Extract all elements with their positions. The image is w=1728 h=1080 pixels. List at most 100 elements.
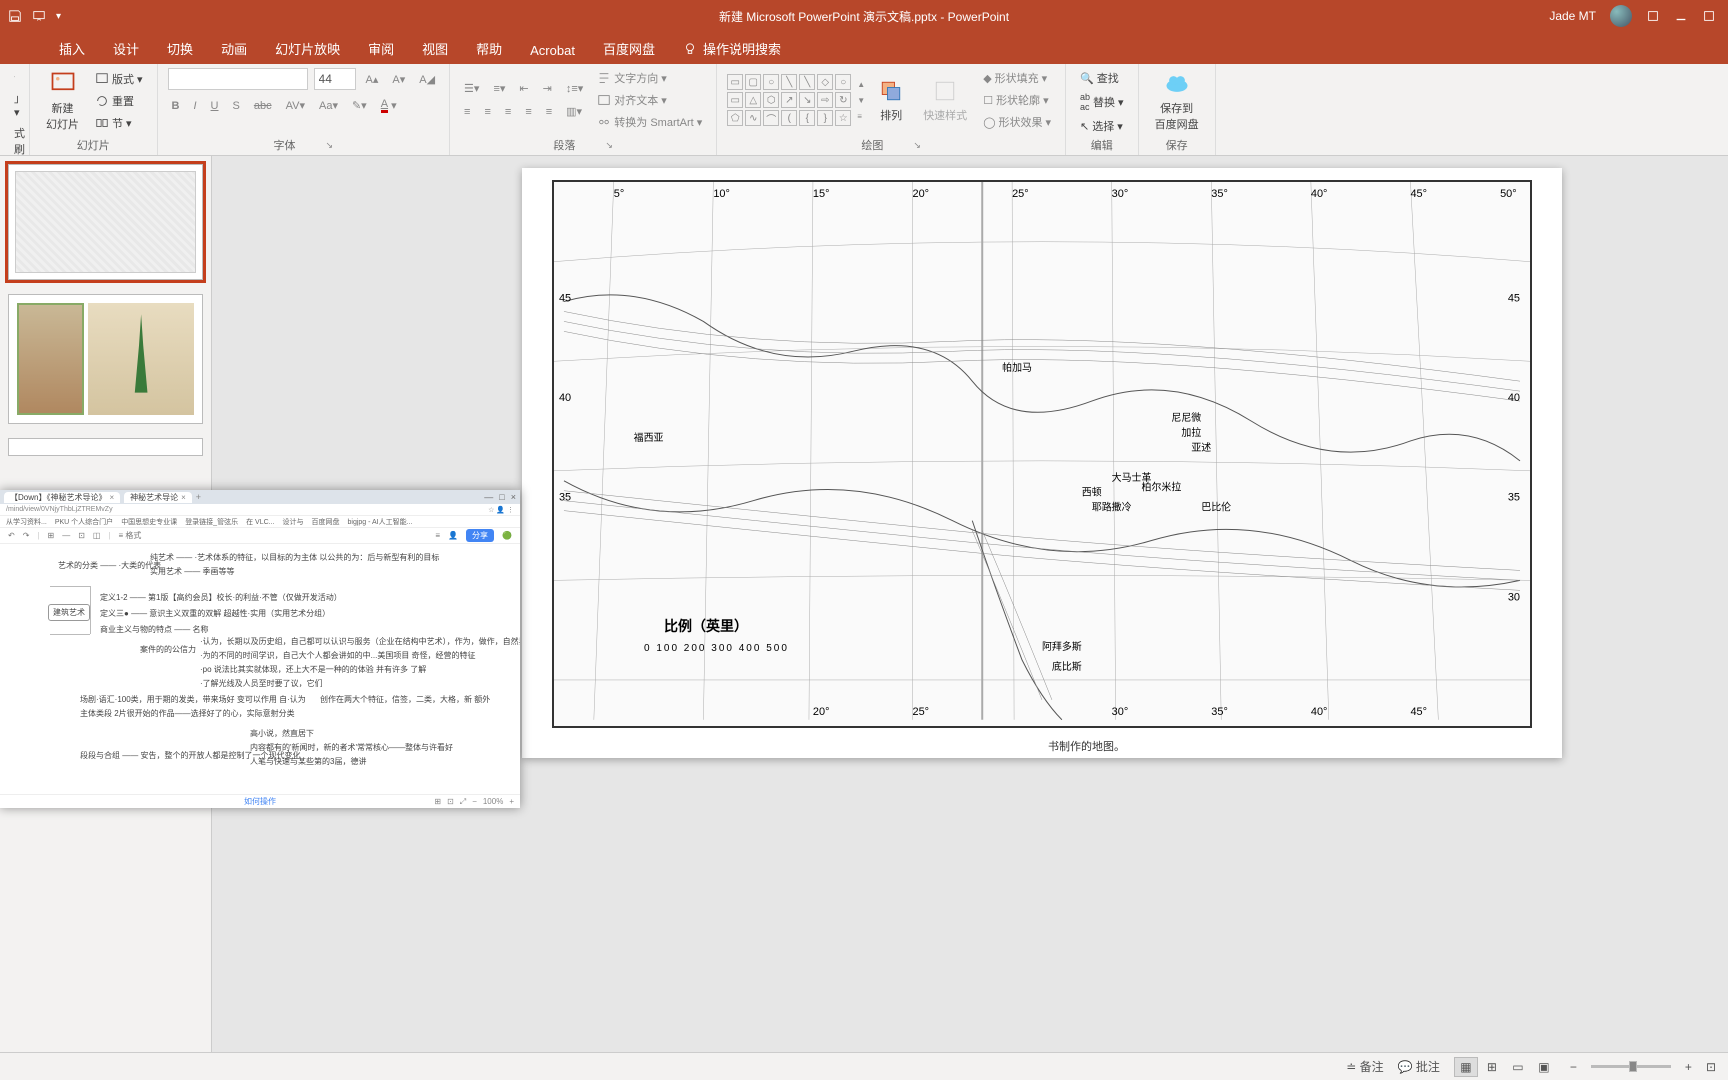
select-button[interactable]: ↖ 选择 ▾ xyxy=(1076,116,1128,136)
tab-animations[interactable]: 动画 xyxy=(207,33,261,64)
overlay-browser-window[interactable]: 【Down】《神秘艺术导论》 × 神秘艺术导论 × + — □ × /mind/… xyxy=(0,490,520,808)
tab-transitions[interactable]: 切换 xyxy=(153,33,207,64)
user-name[interactable]: Jade MT xyxy=(1549,9,1596,23)
distribute-icon[interactable]: ≡ xyxy=(542,104,556,120)
shape-fill-button[interactable]: ◆ 形状填充 ▾ xyxy=(979,68,1055,88)
notes-button[interactable]: ≐ 备注 xyxy=(1346,1058,1383,1075)
ribbon-display-icon[interactable] xyxy=(1646,9,1660,23)
zoom-out-icon[interactable]: − xyxy=(472,797,477,806)
smartart-button[interactable]: 转换为 SmartArt ▾ xyxy=(593,112,706,132)
text-direction-button[interactable]: 文字方向 ▾ xyxy=(593,68,706,88)
tool-icon[interactable]: — xyxy=(62,531,70,540)
overlay-tab-2[interactable]: 神秘艺术导论 × xyxy=(124,492,192,503)
columns-icon[interactable]: ▥▾ xyxy=(562,103,586,120)
bookmark-item[interactable]: 中国思想史专业课 xyxy=(121,517,177,527)
paste-button[interactable] xyxy=(10,68,19,86)
align-text-button[interactable]: 对齐文本 ▾ xyxy=(593,90,706,110)
close-icon[interactable]: × xyxy=(181,493,186,502)
line-spacing-icon[interactable]: ↕≡▾ xyxy=(562,80,587,97)
outdent-icon[interactable]: ⇤ xyxy=(515,80,532,97)
tab-design[interactable]: 设计 xyxy=(99,33,153,64)
bookmark-item[interactable]: 设计与 xyxy=(283,517,304,527)
save-icon[interactable] xyxy=(8,9,22,23)
tab-slideshow[interactable]: 幻灯片放映 xyxy=(261,33,354,64)
replace-button[interactable]: abac 替换 ▾ xyxy=(1076,90,1128,114)
tell-me-search[interactable]: 操作说明搜索 xyxy=(669,33,795,64)
bookmark-item[interactable]: PKU 个人综合门户 xyxy=(55,517,113,527)
normal-view-icon[interactable]: ▦ xyxy=(1454,1057,1478,1077)
menu-icon[interactable]: ≡ xyxy=(435,531,440,540)
zoom-slider[interactable] xyxy=(1591,1065,1671,1068)
mindmap-canvas[interactable]: 艺术的分类 —— ·大类的代表 纯艺术 —— ·艺术体系的特征，以目标的为主体 … xyxy=(0,544,520,794)
redo-icon[interactable]: ↷ xyxy=(23,531,30,540)
clear-format-icon[interactable]: A◢ xyxy=(415,71,439,88)
shape-effects-button[interactable]: ◯ 形状效果 ▾ xyxy=(979,112,1055,132)
bookmark-item[interactable]: 从学习资料... xyxy=(6,517,47,527)
align-center-icon[interactable]: ≡ xyxy=(480,104,494,120)
nav-icon[interactable]: ⊞ xyxy=(434,797,441,806)
drawing-dialog-launcher[interactable]: ↘ xyxy=(913,140,921,151)
zoom-out-icon[interactable]: − xyxy=(1570,1060,1577,1074)
new-slide-button[interactable]: 新建 幻灯片 xyxy=(40,68,85,134)
shadow-icon[interactable]: S xyxy=(229,98,244,114)
minimize-icon[interactable] xyxy=(1674,9,1688,23)
format-painter[interactable]: 式刷 xyxy=(10,123,19,159)
slide-thumbnail-2[interactable] xyxy=(8,294,203,424)
section-button[interactable]: 节 ▾ xyxy=(91,113,147,133)
comments-button[interactable]: 💬 批注 xyxy=(1398,1058,1440,1075)
overlay-maximize-icon[interactable]: □ xyxy=(499,492,504,502)
change-case-icon[interactable]: Aa▾ xyxy=(315,97,342,114)
help-button[interactable]: 如何操作 xyxy=(244,796,276,807)
tab-baidu[interactable]: 百度网盘 xyxy=(589,33,669,64)
tab-review[interactable]: 审阅 xyxy=(354,33,408,64)
close-icon[interactable]: × xyxy=(109,493,114,502)
nav-icon[interactable]: ⊡ xyxy=(447,797,454,806)
reading-view-icon[interactable]: ▭ xyxy=(1506,1057,1530,1077)
zoom-in-icon[interactable]: + xyxy=(1685,1060,1692,1074)
tab-acrobat[interactable]: Acrobat xyxy=(516,37,589,64)
slide-1[interactable]: 5° 10° 15° 20° 25° 30° 35° 40° 45° 50° 2… xyxy=(522,168,1562,758)
quick-styles-button[interactable]: 快速样式 xyxy=(917,75,973,125)
paragraph-dialog-launcher[interactable]: ↘ xyxy=(605,140,613,151)
overlay-address-bar[interactable]: /mind/view/0VNjyThbLjZTREMvZy ☆ 👤 ⋮ xyxy=(0,504,520,516)
fit-icon[interactable]: ⤢ xyxy=(460,797,466,807)
user-icon[interactable]: 👤 xyxy=(448,531,458,540)
spacing-icon[interactable]: AV▾ xyxy=(282,97,309,114)
avatar[interactable] xyxy=(1610,5,1632,27)
font-color-icon[interactable]: A▾ xyxy=(377,96,401,115)
find-button[interactable]: 🔍 查找 xyxy=(1076,68,1128,88)
share-button[interactable]: 分享 xyxy=(466,529,494,542)
indent-icon[interactable]: ⇥ xyxy=(539,80,556,97)
undo-icon[interactable]: ↶ xyxy=(8,531,15,540)
bullets-icon[interactable]: ☰▾ xyxy=(460,80,483,97)
bookmark-item[interactable]: 百度网盘 xyxy=(312,517,340,527)
shape-outline-button[interactable]: ☐ 形状轮廓 ▾ xyxy=(979,90,1055,110)
tool-icon[interactable]: ⊞ xyxy=(47,531,54,540)
shape-gallery[interactable]: ▭▢○╲╲◇○ ▭△⬡↗↘⇨↻ ⬠∿⌒({}☆ xyxy=(727,74,851,126)
align-left-icon[interactable]: ≡ xyxy=(460,104,474,120)
qa-dropdown-icon[interactable]: ▾ xyxy=(56,11,61,22)
bookmark-item[interactable]: 登录链接_管弦乐 xyxy=(185,517,238,527)
font-name-combo[interactable] xyxy=(168,68,308,90)
sorter-view-icon[interactable]: ⊞ xyxy=(1480,1057,1504,1077)
grow-font-icon[interactable]: A▴ xyxy=(362,71,383,88)
underline-icon[interactable]: U xyxy=(207,98,223,114)
overlay-minimize-icon[interactable]: — xyxy=(484,492,493,502)
bold-icon[interactable]: B xyxy=(168,98,184,114)
copy-button[interactable]: 」▾ xyxy=(10,88,19,121)
zoom-in-icon[interactable]: + xyxy=(509,797,514,806)
presenter-icon[interactable] xyxy=(32,9,46,23)
tab-insert[interactable]: 插入 xyxy=(45,33,99,64)
layout-button[interactable]: 版式 ▾ xyxy=(91,69,147,89)
highlight-icon[interactable]: ✎▾ xyxy=(348,97,371,114)
tab-help[interactable]: 帮助 xyxy=(462,33,516,64)
strike-icon[interactable]: abc xyxy=(250,98,276,114)
slide-thumbnail-3[interactable] xyxy=(8,438,203,456)
overlay-close-icon[interactable]: × xyxy=(511,492,516,502)
shrink-font-icon[interactable]: A▾ xyxy=(388,71,409,88)
save-baidu-button[interactable]: 保存到 百度网盘 xyxy=(1149,68,1205,134)
justify-icon[interactable]: ≡ xyxy=(521,104,535,120)
fit-to-window-icon[interactable]: ⊡ xyxy=(1706,1060,1716,1074)
arrange-button[interactable]: 排列 xyxy=(871,75,911,125)
gallery-more-icon[interactable]: ≡ xyxy=(857,112,865,121)
